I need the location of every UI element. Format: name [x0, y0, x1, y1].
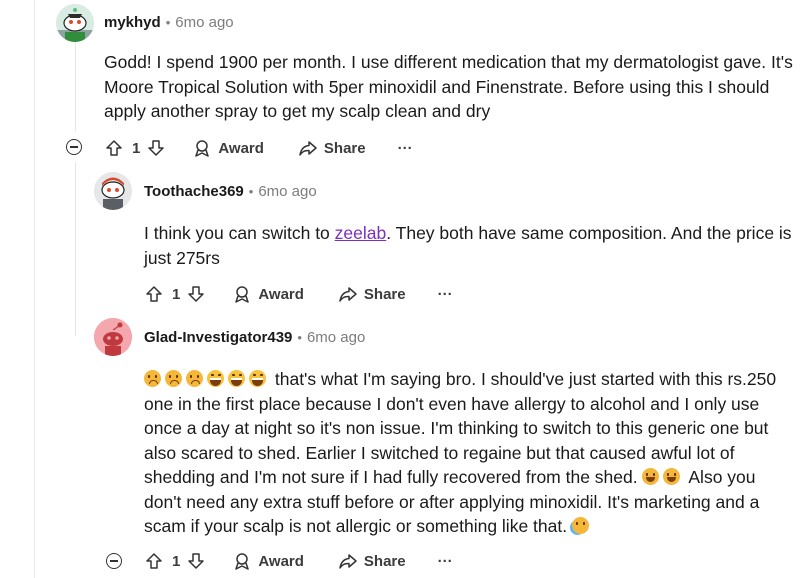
timestamp[interactable]: 6mo ago: [258, 183, 316, 200]
downvote-button[interactable]: [146, 138, 166, 158]
vote-count: 1: [132, 139, 141, 157]
share-button[interactable]: Share: [338, 284, 406, 304]
comment-actions: 1 Award Share ···: [144, 281, 453, 307]
comment-actions: 1 Award Share ···: [144, 548, 453, 574]
share-arrow-icon: [339, 287, 357, 302]
upvote-arrow-icon: [106, 140, 122, 156]
comment-meta: mykhyd • 6mo ago: [104, 14, 234, 31]
comment-meta: Toothache369 • 6mo ago: [144, 183, 317, 200]
award-button[interactable]: Award: [232, 284, 304, 304]
meta-separator: •: [297, 330, 302, 345]
upvote-button[interactable]: [144, 551, 164, 571]
award-button[interactable]: Award: [192, 138, 264, 158]
avatar[interactable]: [94, 318, 132, 356]
upvote-arrow-icon: [146, 286, 162, 302]
emoji-icon: [186, 370, 203, 387]
username[interactable]: Toothache369: [144, 183, 244, 200]
collapse-minus-icon[interactable]: [66, 139, 82, 155]
share-label: Share: [363, 552, 406, 570]
more-options-button[interactable]: ···: [438, 553, 453, 570]
more-options-button[interactable]: ···: [438, 286, 453, 303]
snoo-avatar-icon: [94, 318, 132, 356]
body-text: I think you can switch to: [144, 223, 335, 243]
emoji-icon: [249, 370, 266, 387]
award-label: Award: [218, 139, 264, 157]
upvote-button[interactable]: [104, 138, 124, 158]
thread-line-root: [34, 0, 35, 578]
thread-line-parent[interactable]: [75, 42, 76, 132]
award-ribbon-icon: [235, 553, 250, 570]
award-button[interactable]: Award: [232, 551, 304, 571]
avatar[interactable]: [56, 4, 94, 42]
vote-count: 1: [172, 552, 181, 570]
comment-body: Godd! I spend 1900 per month. I use diff…: [104, 52, 793, 121]
share-arrow-icon: [339, 554, 357, 569]
comment-body: I think you can switch to zeelab. They b…: [144, 221, 792, 270]
upvote-arrow-icon: [146, 553, 162, 569]
downvote-button[interactable]: [186, 284, 206, 304]
emoji-icon: [144, 370, 161, 387]
share-button[interactable]: Share: [338, 551, 406, 571]
username[interactable]: Glad-Investigator439: [144, 329, 292, 346]
avatar[interactable]: [94, 172, 132, 210]
comment-body: that's what I'm saying bro. I should've …: [144, 367, 796, 539]
downvote-button[interactable]: [186, 551, 206, 571]
timestamp[interactable]: 6mo ago: [307, 329, 365, 346]
comment-actions: 1 Award Share ···: [104, 135, 413, 161]
share-arrow-icon: [299, 141, 317, 156]
award-label: Award: [258, 552, 304, 570]
vote-count: 1: [172, 285, 181, 303]
award-label: Award: [258, 285, 304, 303]
downvote-arrow-icon: [188, 553, 205, 569]
meta-separator: •: [248, 184, 254, 199]
snoo-avatar-icon: [94, 172, 132, 210]
more-options-button[interactable]: ···: [398, 140, 413, 157]
downvote-arrow-icon: [188, 286, 205, 302]
comment-meta: Glad-Investigator439 • 6mo ago: [144, 329, 365, 346]
username[interactable]: mykhyd: [104, 14, 161, 31]
share-button[interactable]: Share: [298, 138, 366, 158]
award-ribbon-icon: [235, 286, 250, 303]
emoji-icon: [165, 370, 182, 387]
collapse-minus-icon[interactable]: [106, 553, 122, 569]
timestamp[interactable]: 6mo ago: [175, 14, 233, 31]
emoji-icon: [228, 370, 245, 387]
share-label: Share: [323, 139, 366, 157]
share-label: Share: [363, 285, 406, 303]
thread-line-replies[interactable]: [75, 162, 76, 312]
snoo-avatar-icon: [56, 4, 94, 42]
award-ribbon-icon: [195, 140, 210, 157]
emoji-icon: [663, 468, 681, 485]
body-text: that's what I'm saying bro. I should've …: [144, 369, 777, 487]
emoji-icon: [571, 517, 589, 534]
meta-separator: •: [165, 15, 171, 30]
upvote-button[interactable]: [144, 284, 164, 304]
emoji-icon: [207, 370, 224, 387]
downvote-arrow-icon: [148, 140, 165, 156]
zeelab-link[interactable]: zeelab: [335, 223, 387, 243]
emoji-icon: [642, 468, 660, 485]
thread-line-connector: [75, 312, 76, 336]
